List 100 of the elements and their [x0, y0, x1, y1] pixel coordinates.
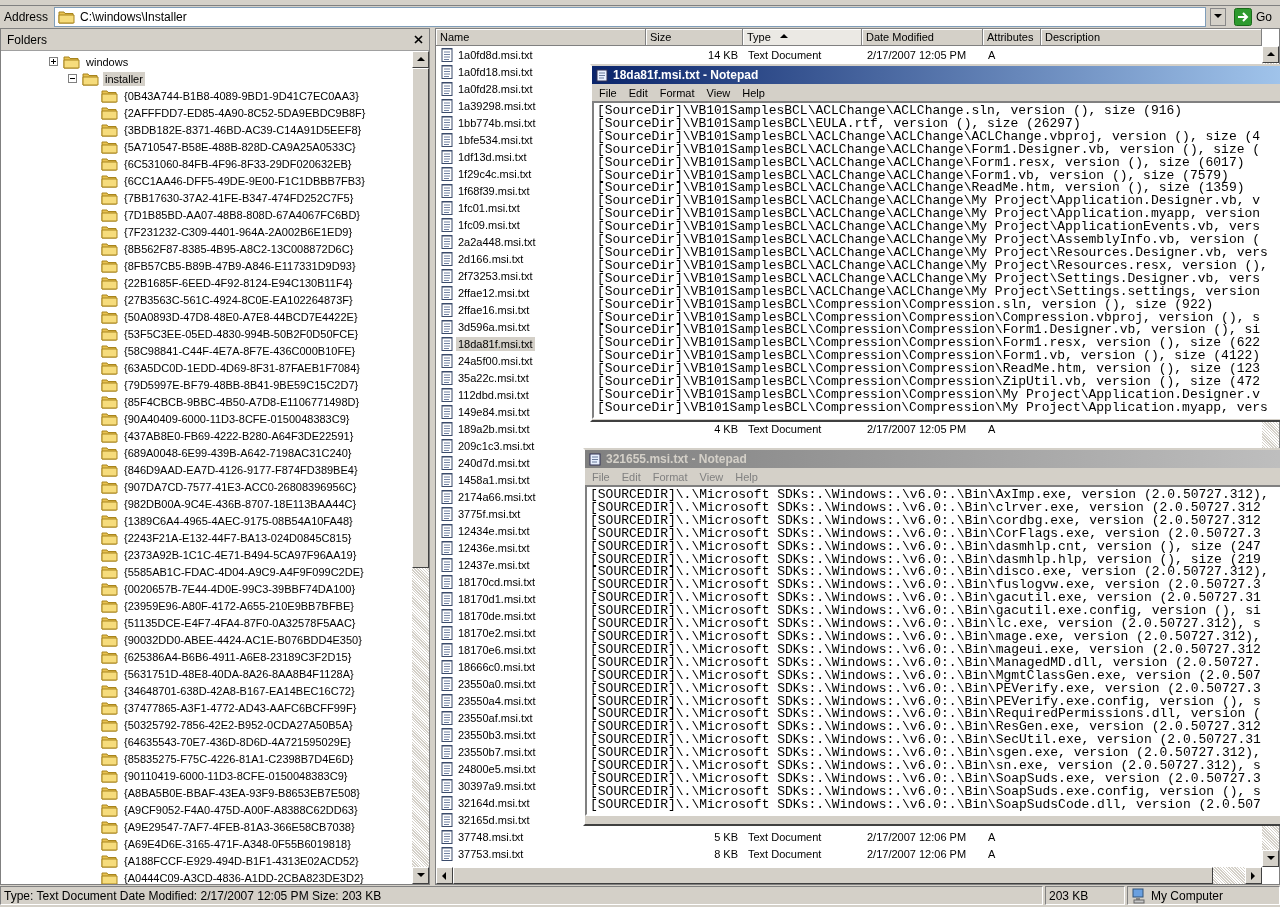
file-name[interactable]: 1bb774b.msi.txt	[456, 115, 538, 130]
address-field[interactable]: C:\windows\Installer	[54, 6, 1206, 27]
file-name[interactable]: 1a0fd28.msi.txt	[456, 81, 535, 96]
tree-toggle[interactable]	[49, 57, 58, 67]
file-name[interactable]: 32164d.msi.txt	[456, 795, 532, 810]
column-header[interactable]: Attributes	[983, 29, 1041, 47]
file-name[interactable]: 3d596a.msi.txt	[456, 319, 532, 334]
menu-item[interactable]: Edit	[623, 85, 653, 100]
scroll-down-button[interactable]	[412, 867, 429, 885]
file-name[interactable]: 24800e5.msi.txt	[456, 761, 538, 776]
scroll-thumb[interactable]	[412, 68, 429, 569]
folder-item[interactable]: {8B562F87-8385-4B95-A8C2-13C008872D6C}	[122, 241, 356, 256]
file-name[interactable]: 23550af.msi.txt	[456, 710, 535, 725]
folder-item[interactable]: {907DA7CD-7577-41E3-ACC0-26808396956C}	[122, 479, 359, 494]
file-name[interactable]: 1a0fd8d.msi.txt	[456, 47, 535, 62]
folder-item[interactable]: {37477865-A3F1-4772-AD43-AAFC6BCFF99F}	[122, 700, 359, 715]
folder-item[interactable]: {846D9AAD-EA7D-4126-9177-F874FD389BE4}	[122, 462, 360, 477]
go-button[interactable]: Go	[1230, 6, 1276, 27]
folder-item[interactable]: {1389C6A4-4965-4AEC-9175-08B54A10FA48}	[122, 513, 355, 528]
file-name[interactable]: 1fc01.msi.txt	[456, 200, 522, 215]
folder-item[interactable]: {50325792-7856-42E2-B952-0CDA27A50B5A}	[122, 717, 355, 732]
file-name[interactable]: 2f73253.msi.txt	[456, 268, 535, 283]
folder-item[interactable]: windows	[84, 54, 131, 69]
folder-item[interactable]: {982DB00A-9C4E-436B-8707-18E113BAA44C}	[122, 496, 359, 511]
folder-item[interactable]: {0020657B-7E44-4D0E-99C3-39BBF74DA100}	[122, 581, 358, 596]
file-name[interactable]: 112dbd.msi.txt	[456, 387, 531, 402]
folder-item[interactable]: {53F5C3EE-05ED-4830-994B-50B2F0D50FCE}	[122, 326, 361, 341]
folder-item[interactable]: {27B3563C-561C-4924-8C0E-EA102264873F}	[122, 292, 355, 307]
file-name[interactable]: 12436e.msi.txt	[456, 540, 532, 555]
vertical-scrollbar[interactable]	[412, 51, 429, 885]
file-name[interactable]: 23550a0.msi.txt	[456, 676, 538, 691]
file-name[interactable]: 18170e6.msi.txt	[456, 642, 538, 657]
file-name[interactable]: 24a5f00.msi.txt	[456, 353, 535, 368]
file-name[interactable]: 18170cd.msi.txt	[456, 574, 538, 589]
file-name[interactable]: 3775f.msi.txt	[456, 506, 523, 521]
address-input[interactable]: C:\windows\Installer	[80, 9, 1202, 24]
folder-item[interactable]: {64635543-70E7-436D-8D6D-4A721595029E}	[122, 734, 353, 749]
folder-item[interactable]: {6C531060-84FB-4F96-8F33-29DF020632EB}	[122, 156, 354, 171]
file-name[interactable]: 2d166.msi.txt	[456, 251, 526, 266]
folder-item[interactable]: {A188FCCF-E929-494D-B1F1-4313E02ACD52}	[122, 853, 361, 868]
folder-item[interactable]: {90A40409-6000-11D3-8CFE-0150048383C9}	[122, 411, 352, 426]
folder-item[interactable]: {A9CF9052-F4A0-475D-A00F-A8388C62DD63}	[122, 802, 360, 817]
scroll-up-button[interactable]	[1262, 46, 1279, 64]
file-name[interactable]: 209c1c3.msi.txt	[456, 438, 537, 453]
folder-item[interactable]: {58C98841-C44F-4E7A-8F7E-436C000B10FE}	[122, 343, 358, 358]
file-name[interactable]: 18da81f.msi.txt	[456, 336, 535, 351]
menu-item[interactable]: Help	[737, 85, 770, 100]
folder-item[interactable]: {90032DD0-ABEE-4424-AC1E-B076BDD4E350}	[122, 632, 364, 647]
folder-item[interactable]: {3BDB182E-8371-46BD-AC39-C14A91D5EEF8}	[122, 122, 364, 137]
file-name[interactable]: 23550a4.msi.txt	[456, 693, 538, 708]
file-name[interactable]: 12434e.msi.txt	[456, 523, 532, 538]
folder-item[interactable]: {A8BA5B0E-BBAF-43EA-93F9-B8653EB7E508}	[122, 785, 363, 800]
file-name[interactable]: 23550b7.msi.txt	[456, 744, 538, 759]
folder-item[interactable]: installer	[103, 71, 145, 86]
scroll-up-button[interactable]	[412, 51, 429, 69]
menu-item[interactable]: File	[594, 85, 622, 100]
folder-item[interactable]: {5585AB1C-FDAC-4D04-A9C9-A4F9F099C2DE}	[122, 564, 366, 579]
file-name[interactable]: 35a22c.msi.txt	[456, 370, 531, 385]
file-name[interactable]: 18170d1.msi.txt	[456, 591, 538, 606]
file-name[interactable]: 2a2a448.msi.txt	[456, 234, 538, 249]
folder-item[interactable]: {63A5DC0D-1EDD-4D69-8F31-87FAEB1F7084}	[122, 360, 363, 375]
file-name[interactable]: 240d7d.msi.txt	[456, 455, 532, 470]
folder-item[interactable]: {2243F21A-E132-44F7-BA13-024D0845C815}	[122, 530, 354, 545]
column-header[interactable]: Size	[646, 29, 743, 47]
file-name[interactable]: 1df13d.msi.txt	[456, 149, 529, 164]
column-header[interactable]: Description	[1041, 29, 1262, 47]
folder-item[interactable]: {79D5997E-BF79-48BB-8B41-9BE59C15C2D7}	[122, 377, 361, 392]
menu-item[interactable]: Format	[654, 85, 700, 100]
title-bar[interactable]: 18da81f.msi.txt - Notepad	[592, 66, 1280, 84]
tree-toggle[interactable]	[68, 74, 77, 84]
folder-item[interactable]: {625386A4-B6B6-4911-A6E8-23189C3F2D15}	[122, 649, 354, 664]
file-name[interactable]: 1a39298.msi.txt	[456, 98, 538, 113]
folder-item[interactable]: {34648701-638D-42A8-B167-EA14BEC16C72}	[122, 683, 357, 698]
folder-item[interactable]: {23959E96-A80F-4172-A655-210E9BB7BFBE}	[122, 598, 356, 613]
file-name[interactable]: 18170de.msi.txt	[456, 608, 538, 623]
file-name[interactable]: 1f68f39.msi.txt	[456, 183, 532, 198]
folder-item[interactable]: {A0444C09-A3CD-4836-A1DD-2CBA823DE3D2}	[122, 870, 366, 885]
file-name[interactable]: 18170e2.msi.txt	[456, 625, 538, 640]
file-name[interactable]: 30397a9.msi.txt	[456, 778, 538, 793]
folder-item[interactable]: {2AFFFDD7-ED85-4A90-8C52-5DA9EBDC9B8F}	[122, 105, 368, 120]
file-name[interactable]: 2ffae16.msi.txt	[456, 302, 532, 317]
folder-item[interactable]: {A69E4D6E-3165-471F-A348-0F55B6019818}	[122, 836, 353, 851]
file-name[interactable]: 23550b3.msi.txt	[456, 727, 538, 742]
scroll-left-button[interactable]	[436, 867, 453, 885]
menu-item[interactable]: View	[701, 85, 736, 100]
file-name[interactable]: 18666c0.msi.txt	[456, 659, 538, 674]
file-name[interactable]: 2ffae12.msi.txt	[456, 285, 532, 300]
folder-item[interactable]: {437AB8E0-FB69-4222-B280-A64F3DE22591}	[122, 428, 356, 443]
file-name[interactable]: 32165d.msi.txt	[456, 812, 532, 827]
folder-item[interactable]: {85835275-F75C-4226-81A1-C2398B7D4E6D}	[122, 751, 356, 766]
file-name[interactable]: 1bfe534.msi.txt	[456, 132, 535, 147]
file-name[interactable]: 149e84.msi.txt	[456, 404, 532, 419]
file-name[interactable]: 2174a66.msi.txt	[456, 489, 538, 504]
column-header[interactable]: Name	[436, 29, 646, 47]
folder-item[interactable]: {A9E29547-7AF7-4FEB-81A3-366E58CB7038}	[122, 819, 357, 834]
file-name[interactable]: 1458a1.msi.txt	[456, 472, 532, 487]
close-icon[interactable]	[414, 35, 423, 45]
folder-item[interactable]: {2373A92B-1C1C-4E71-B494-5CA97F96AA19}	[122, 547, 359, 562]
folder-item[interactable]: {7BB17630-37A2-41FE-B347-474FD252C7F5}	[122, 190, 356, 205]
folder-item[interactable]: {6CC1AA46-DFF5-49DE-9E00-F1C1DBBB7FB3}	[122, 173, 367, 188]
